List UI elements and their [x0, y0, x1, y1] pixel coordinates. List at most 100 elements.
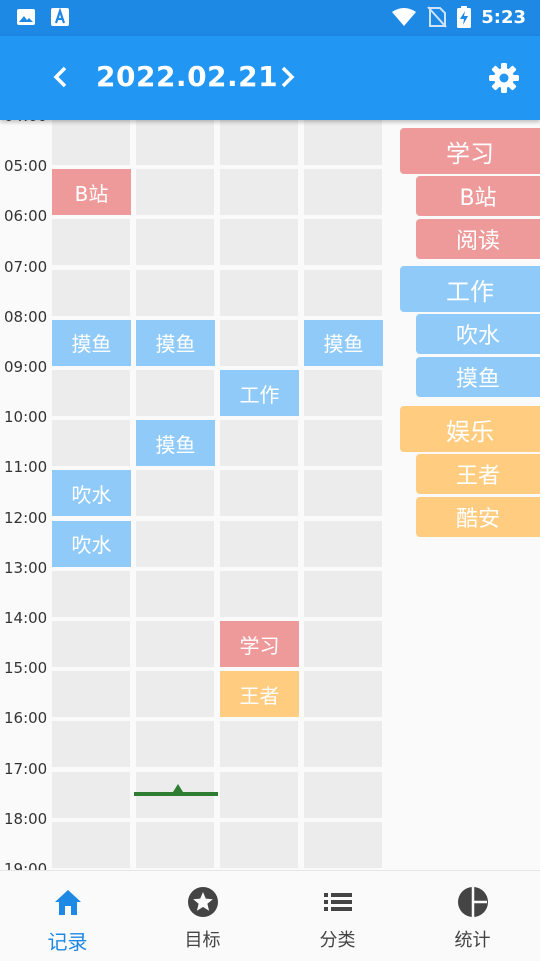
time-slot[interactable]	[136, 370, 214, 416]
event-block[interactable]: 工作	[220, 370, 299, 416]
nav-tab-4[interactable]: 统计	[405, 871, 540, 961]
event-block[interactable]: 吹水	[52, 520, 131, 567]
current-time-indicator	[134, 792, 218, 796]
event-block[interactable]: 王者	[220, 671, 299, 718]
font-app-icon	[51, 7, 69, 26]
time-slot[interactable]	[52, 721, 130, 768]
time-slot[interactable]	[136, 821, 214, 868]
category-2[interactable]: 工作	[400, 266, 540, 312]
event-block[interactable]: B站	[52, 169, 131, 216]
time-slot[interactable]	[136, 219, 214, 266]
event-block[interactable]: 摸鱼	[304, 319, 383, 366]
list-icon	[321, 885, 355, 919]
event-block[interactable]: 吹水	[52, 470, 131, 517]
time-slot[interactable]	[52, 269, 130, 316]
time-slot[interactable]	[52, 671, 130, 718]
time-slot[interactable]	[136, 520, 214, 567]
hour-label: 06:00	[4, 207, 48, 226]
event-block[interactable]: 摸鱼	[136, 420, 215, 467]
time-slot[interactable]	[52, 370, 130, 416]
time-slot[interactable]	[304, 721, 382, 768]
time-slot[interactable]	[136, 169, 214, 216]
time-slot[interactable]	[220, 169, 298, 216]
time-slot[interactable]	[136, 621, 214, 667]
nav-tab-3[interactable]: 分类	[270, 871, 405, 961]
nav-tab-label: 记录	[47, 930, 88, 954]
time-slot[interactable]	[136, 570, 214, 617]
subcategory-item[interactable]: B站	[416, 176, 540, 216]
time-slot[interactable]	[304, 169, 382, 216]
time-slot[interactable]	[220, 120, 298, 165]
battery-charging-icon	[457, 6, 472, 28]
subcategory-item[interactable]: 吹水	[416, 314, 540, 354]
time-slot[interactable]	[304, 219, 382, 266]
time-slot[interactable]	[52, 219, 130, 266]
timeline-grid[interactable]: 04:00 05:00 06:00 07:00 08:00 09:00 10:00 11:00…	[0, 120, 388, 870]
chevron-left-icon[interactable]	[46, 62, 76, 92]
hour-label: 12:00	[4, 508, 48, 527]
time-slot[interactable]	[304, 671, 382, 718]
nav-tab-label: 分类	[319, 930, 356, 951]
nav-tab-2[interactable]: 目标	[135, 871, 270, 961]
no-sim-icon	[427, 6, 447, 28]
event-block[interactable]: 学习	[220, 621, 299, 667]
date-title[interactable]: 2022.02.21	[96, 60, 278, 93]
time-slot[interactable]	[136, 470, 214, 517]
time-slot[interactable]	[52, 771, 130, 818]
time-slot[interactable]	[304, 771, 382, 818]
time-slot[interactable]	[52, 570, 130, 617]
category-3[interactable]: 娱乐	[400, 406, 540, 452]
hour-label: 08:00	[4, 307, 48, 326]
time-slot[interactable]	[136, 671, 214, 718]
time-slot[interactable]	[304, 370, 382, 416]
settings-gear-icon[interactable]	[486, 60, 522, 96]
time-slot[interactable]	[220, 319, 298, 366]
time-slot[interactable]	[52, 120, 130, 165]
time-slot[interactable]	[220, 771, 298, 818]
time-slot[interactable]	[52, 821, 130, 868]
hour-label: 15:00	[4, 659, 48, 678]
subcategory-item[interactable]: 酷安	[416, 497, 540, 537]
event-block[interactable]: 摸鱼	[136, 319, 215, 366]
hour-label: 05:00	[4, 157, 48, 176]
time-slot[interactable]	[136, 721, 214, 768]
time-slot[interactable]	[304, 621, 382, 667]
nav-tab-1[interactable]: 记录	[0, 871, 135, 961]
time-slot[interactable]	[304, 120, 382, 165]
time-slot[interactable]	[220, 470, 298, 517]
time-slot[interactable]	[136, 269, 214, 316]
time-slot[interactable]	[220, 570, 298, 617]
bottom-navigation: 记录 目标 分类 统计	[0, 870, 540, 961]
wifi-icon	[392, 8, 417, 26]
category-1[interactable]: 学习	[400, 128, 540, 174]
time-slot[interactable]	[304, 520, 382, 567]
star-circle-icon	[186, 885, 220, 919]
time-slot[interactable]	[304, 470, 382, 517]
hour-label: 13:00	[4, 558, 48, 577]
hour-label: 10:00	[4, 408, 48, 427]
time-slot[interactable]	[220, 520, 298, 567]
pie-chart-icon	[456, 885, 490, 919]
home-icon	[51, 885, 85, 919]
time-slot[interactable]	[52, 621, 130, 667]
time-slot[interactable]	[304, 821, 382, 868]
time-slot[interactable]	[136, 120, 214, 165]
event-block[interactable]: 摸鱼	[52, 319, 131, 366]
hour-label: 17:00	[4, 759, 48, 778]
time-slot[interactable]	[220, 821, 298, 868]
hour-label: 07:00	[4, 257, 48, 276]
time-slot[interactable]	[304, 570, 382, 617]
time-slot[interactable]	[304, 420, 382, 467]
current-time-marker	[173, 784, 183, 792]
time-slot[interactable]	[52, 420, 130, 467]
subcategory-item[interactable]: 王者	[416, 454, 540, 494]
hour-label: 19:00	[4, 860, 48, 870]
time-slot[interactable]	[220, 269, 298, 316]
time-slot[interactable]	[304, 269, 382, 316]
chevron-right-icon[interactable]	[272, 62, 302, 92]
time-slot[interactable]	[220, 219, 298, 266]
time-slot[interactable]	[220, 420, 298, 467]
time-slot[interactable]	[220, 721, 298, 768]
subcategory-item[interactable]: 摸鱼	[416, 357, 540, 397]
subcategory-item[interactable]: 阅读	[416, 219, 540, 259]
